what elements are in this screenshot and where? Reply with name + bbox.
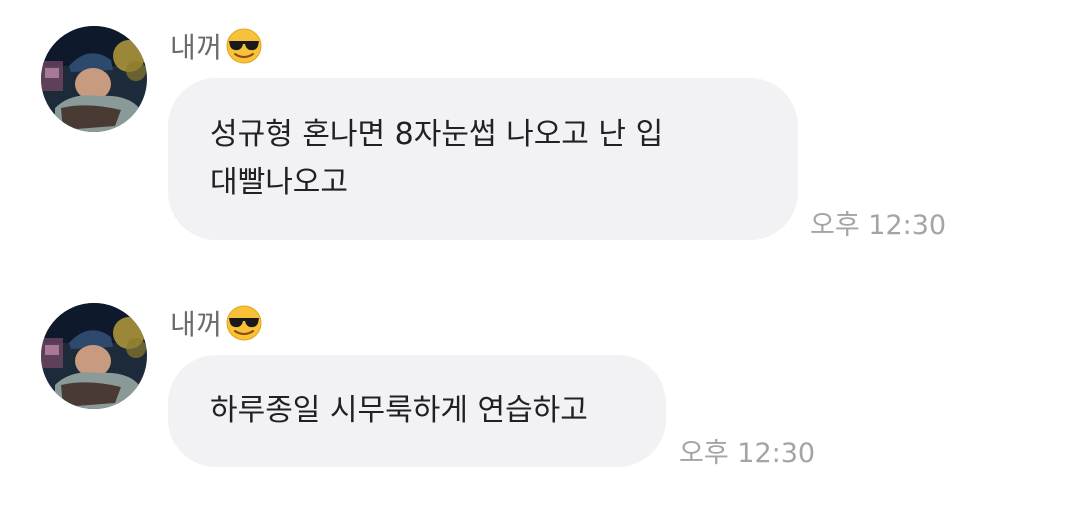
avatar[interactable]: [41, 303, 147, 409]
sender-label: 내꺼: [170, 303, 263, 343]
message-time: 오후 12:30: [679, 438, 816, 469]
message-text: 하루종일 시무룩하게 연습하고: [210, 393, 588, 428]
profile-photo-icon: [41, 303, 147, 409]
sender-name: 내꺼: [170, 308, 223, 341]
sunglasses-emoji-icon: [226, 305, 262, 341]
message-group: 내꺼 하루종일 시무룩하게 연습하고 오후 12:30: [0, 0, 1080, 515]
message-bubble[interactable]: 하루종일 시무룩하게 연습하고: [168, 355, 666, 467]
